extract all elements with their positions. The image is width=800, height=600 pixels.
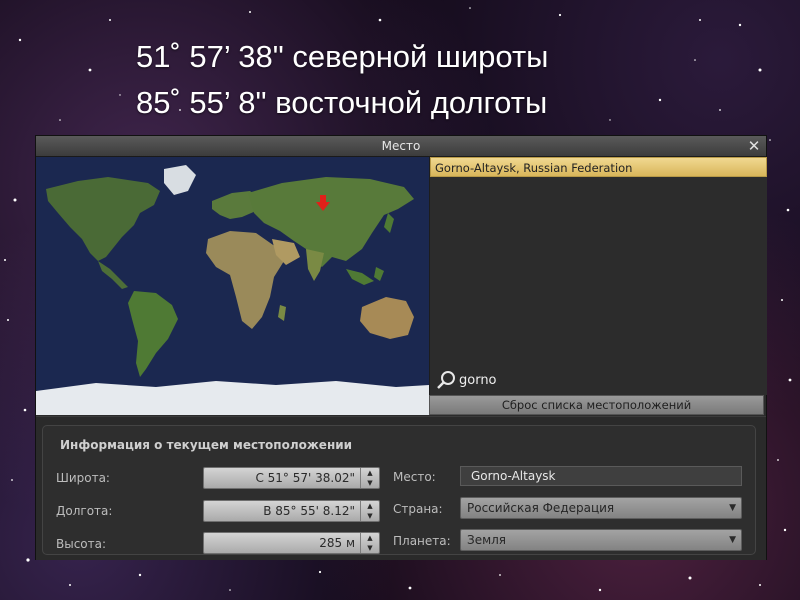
altitude-spinbox[interactable]: 285 м ▲ ▼	[203, 532, 380, 554]
slide-title: 51˚ 57’ 38" северной широты 85˚ 55’ 8" в…	[136, 34, 696, 126]
altitude-label: Высота:	[56, 537, 107, 551]
longitude-value: В 85° 55' 8.12"	[263, 504, 355, 518]
altitude-increase-icon[interactable]: ▲	[361, 533, 379, 543]
search-input[interactable]	[459, 370, 749, 390]
longitude-decrease-icon[interactable]: ▼	[361, 511, 379, 521]
slide-title-latitude: 51˚ 57’ 38" северной широты	[136, 39, 549, 74]
location-list[interactable]: Gorno-Altaysk, Russian Federation	[429, 157, 767, 395]
latitude-label: Широта:	[56, 471, 110, 485]
location-window: Место ✕ Gorno-Altaysk, Russian Federatio…	[35, 135, 767, 560]
country-value: Российская Федерация	[467, 501, 615, 515]
altitude-value: 285 м	[319, 536, 355, 550]
longitude-increase-icon[interactable]: ▲	[361, 501, 379, 511]
reset-locations-button[interactable]: Сброс списка местоположений	[429, 395, 764, 415]
list-item[interactable]: Gorno-Altaysk, Russian Federation	[430, 157, 767, 177]
search-bar	[429, 367, 766, 394]
place-field[interactable]: Gorno-Altaysk	[460, 466, 742, 486]
world-map[interactable]	[36, 157, 429, 415]
planet-label: Планета:	[393, 534, 451, 548]
chevron-down-icon: ▼	[729, 503, 736, 513]
slide-title-longitude: 85˚ 55’ 8" восточной долготы	[136, 85, 548, 120]
country-select[interactable]: Российская Федерация ▼	[460, 497, 742, 519]
close-icon[interactable]: ✕	[746, 136, 762, 156]
chevron-down-icon: ▼	[729, 535, 736, 545]
longitude-spinbox[interactable]: В 85° 55' 8.12" ▲ ▼	[203, 500, 380, 522]
latitude-increase-icon[interactable]: ▲	[361, 468, 379, 478]
info-title: Информация о текущем местоположении	[60, 438, 353, 452]
planet-select[interactable]: Земля ▼	[460, 529, 742, 551]
window-title: Место	[381, 139, 421, 153]
latitude-value: С 51° 57' 38.02"	[255, 471, 355, 485]
planet-value: Земля	[467, 533, 507, 547]
latitude-spinbox[interactable]: С 51° 57' 38.02" ▲ ▼	[203, 467, 380, 489]
altitude-decrease-icon[interactable]: ▼	[361, 543, 379, 553]
window-titlebar[interactable]: Место ✕	[36, 136, 766, 157]
search-icon	[437, 371, 455, 389]
longitude-label: Долгота:	[56, 504, 113, 518]
place-label: Место:	[393, 470, 436, 484]
latitude-decrease-icon[interactable]: ▼	[361, 478, 379, 488]
country-label: Страна:	[393, 502, 443, 516]
